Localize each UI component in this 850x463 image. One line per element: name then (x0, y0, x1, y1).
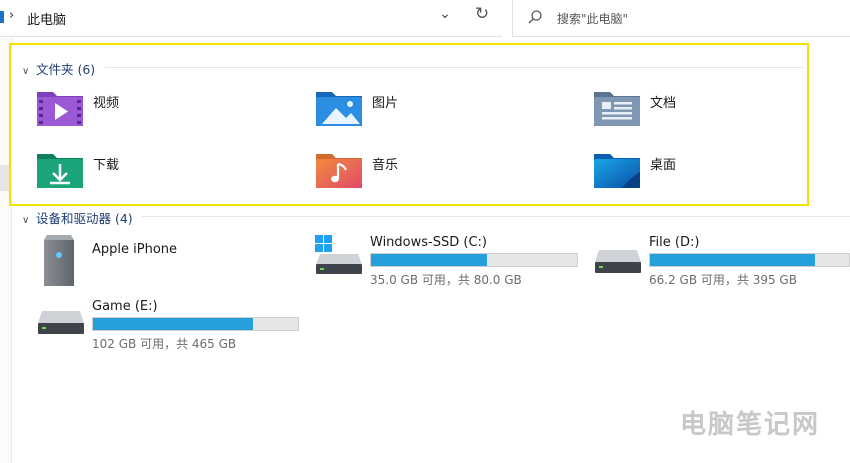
folders-section-header[interactable]: ∨ 文件夹 (6) (22, 59, 95, 78)
section-divider (142, 216, 850, 217)
documents-folder-icon (594, 92, 640, 126)
watermark-text: 电脑笔记网 (679, 410, 820, 440)
folder-label: 视频 (93, 96, 120, 111)
breadcrumb-chevron-icon[interactable]: › (9, 8, 14, 23)
search-icon (528, 10, 542, 24)
drive-icon (595, 250, 641, 273)
drive-size: 66.2 GB 可用，共 395 GB (649, 273, 797, 287)
drive-name: Apple iPhone (92, 242, 178, 257)
music-folder-icon (316, 154, 362, 188)
refresh-icon[interactable]: ↻ (472, 4, 492, 28)
top-bar: › 此电脑 ⌄ ↻ 搜索"此电脑" (0, 0, 850, 38)
folders-section-title: 文件夹 (6) (36, 62, 96, 77)
this-pc-icon (0, 11, 4, 23)
drive-usage-fill (650, 254, 816, 266)
pictures-folder-icon (316, 92, 362, 126)
phone-device-icon (44, 235, 74, 286)
desktop-folder-icon (594, 154, 640, 188)
chevron-down-icon[interactable]: ∨ (22, 215, 36, 226)
drive-name: Windows-SSD (C:) (370, 235, 487, 250)
drive-name: File (D:) (649, 235, 700, 250)
drives-section-header[interactable]: ∨ 设备和驱动器 (4) (22, 208, 133, 227)
address-bar[interactable]: › 此电脑 ⌄ ↻ (0, 0, 502, 37)
drive-usage-bar (649, 253, 850, 267)
search-input[interactable]: 搜索"此电脑" (557, 10, 628, 27)
address-path[interactable]: 此电脑 (27, 9, 66, 28)
drives-section-title: 设备和驱动器 (4) (36, 211, 133, 226)
folder-label: 桌面 (650, 158, 677, 173)
system-drive-icon (315, 235, 362, 274)
drive-size: 35.0 GB 可用，共 80.0 GB (370, 273, 522, 287)
videos-folder-icon (37, 92, 83, 126)
section-divider (105, 67, 803, 68)
folder-label: 音乐 (372, 158, 399, 173)
drive-icon (38, 311, 84, 334)
chevron-down-icon[interactable]: ∨ (22, 66, 36, 77)
drive-usage-fill (371, 254, 487, 266)
downloads-folder-icon (37, 154, 83, 188)
chevron-down-icon[interactable]: ⌄ (436, 6, 454, 28)
drive-usage-bar (370, 253, 578, 267)
folder-label: 文档 (650, 96, 677, 111)
folder-label: 下载 (93, 158, 120, 173)
drive-usage-bar (92, 317, 299, 331)
drive-usage-fill (93, 318, 253, 330)
drive-size: 102 GB 可用，共 465 GB (92, 337, 237, 351)
search-box[interactable]: 搜索"此电脑" (512, 0, 850, 37)
folder-label: 图片 (372, 96, 399, 111)
drive-name: Game (E:) (92, 299, 158, 314)
